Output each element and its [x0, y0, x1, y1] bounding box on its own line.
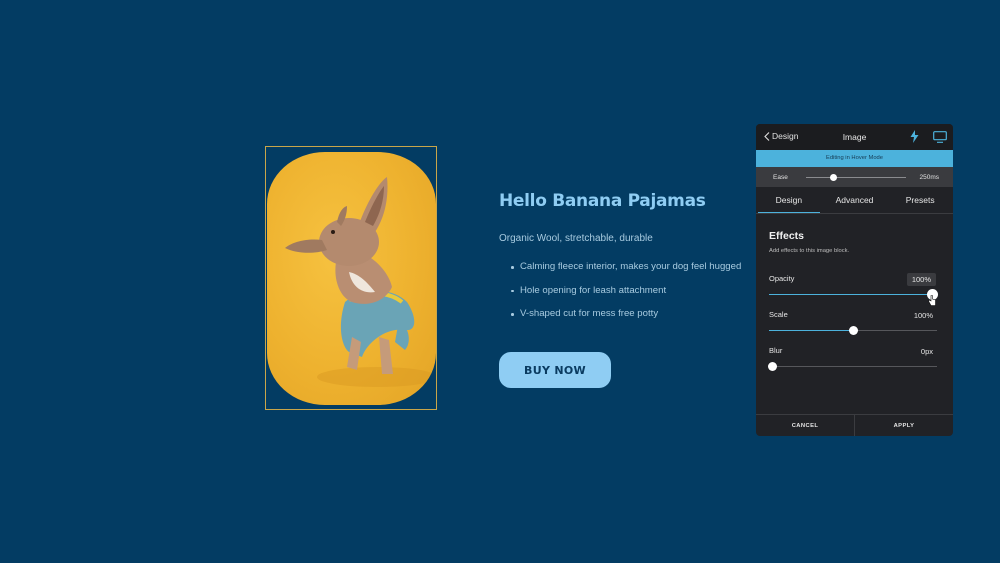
- feature-item: Hole opening for leash attachment: [510, 285, 741, 309]
- feature-item: V-shaped cut for mess free potty: [510, 308, 741, 332]
- scale-slider-knob[interactable]: [848, 326, 858, 335]
- panel-header: Design Image: [756, 124, 953, 150]
- image-design-panel: Design Image Editing in Hover Mode Ease …: [756, 124, 953, 436]
- product-image[interactable]: [267, 152, 436, 405]
- ease-value: 250ms: [919, 174, 939, 181]
- scale-label: Scale: [769, 310, 788, 319]
- bolt-icon[interactable]: [910, 130, 919, 143]
- blur-label: Blur: [769, 346, 783, 355]
- monitor-icon[interactable]: [933, 131, 947, 143]
- ease-slider-track[interactable]: [806, 177, 906, 178]
- panel-title: Image: [842, 132, 867, 142]
- ease-slider-knob[interactable]: [829, 174, 837, 181]
- product-image-selection-frame[interactable]: [265, 146, 437, 410]
- buy-now-button[interactable]: BUY NOW: [499, 352, 611, 388]
- tab-design[interactable]: Design: [756, 187, 822, 213]
- panel-tabs: Design Advanced Presets: [756, 187, 953, 213]
- effects-description: Add effects to this image block.: [769, 248, 850, 254]
- blur-slider-track[interactable]: [769, 366, 937, 367]
- feature-list: Calming fleece interior, makes your dog …: [510, 261, 741, 332]
- opacity-value[interactable]: 100%: [906, 273, 936, 286]
- product-subtitle: Organic Wool, stretchable, durable: [499, 233, 653, 244]
- opacity-slider-track[interactable]: [769, 294, 937, 295]
- cursor-icon: [928, 295, 936, 306]
- tab-advanced[interactable]: Advanced: [822, 187, 888, 213]
- tab-presets[interactable]: Presets: [887, 187, 953, 213]
- blur-value: 0px: [920, 347, 933, 356]
- hover-mode-banner: Editing in Hover Mode: [756, 150, 953, 167]
- ease-label: Ease: [773, 174, 788, 181]
- cancel-button[interactable]: CANCEL: [756, 415, 854, 436]
- effects-heading: Effects: [769, 230, 805, 242]
- opacity-slider-fill: [769, 294, 937, 295]
- divider: [756, 213, 953, 214]
- ease-row: Ease 250ms: [756, 167, 953, 187]
- scale-slider-fill: [769, 330, 853, 331]
- product-title: Hello Banana Pajamas: [499, 191, 706, 211]
- scale-value: 100%: [913, 311, 933, 320]
- panel-footer: CANCEL APPLY: [756, 414, 953, 436]
- opacity-label: Opacity: [769, 274, 795, 283]
- dog-illustration: [285, 177, 436, 387]
- feature-item: Calming fleece interior, makes your dog …: [510, 261, 741, 285]
- apply-button[interactable]: APPLY: [855, 415, 953, 436]
- blur-slider-knob[interactable]: [768, 362, 777, 371]
